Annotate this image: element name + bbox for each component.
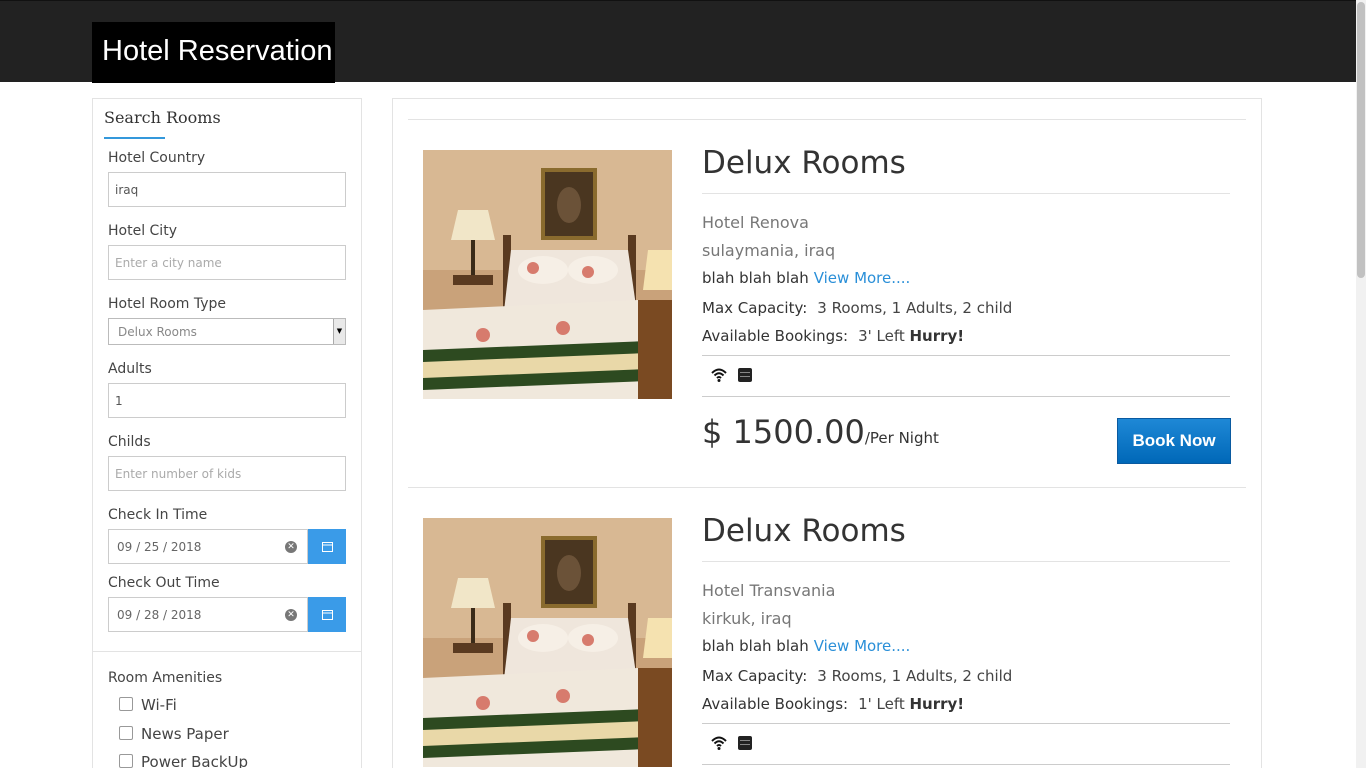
childs-input[interactable] — [108, 456, 346, 491]
room-divider — [408, 487, 1246, 488]
amenity-label-wifi: Wi-Fi — [141, 696, 177, 714]
room-title-divider — [702, 193, 1230, 194]
adults-input[interactable] — [108, 383, 346, 418]
bookings-row: Available Bookings: 1' Left Hurry! — [702, 695, 964, 713]
sidebar-divider — [93, 651, 361, 652]
wifi-icon — [711, 736, 727, 750]
city-label: Hotel City — [108, 223, 177, 239]
amenities-title: Room Amenities — [108, 670, 223, 686]
room-photo[interactable] — [423, 150, 672, 399]
amenities-bottom-divider — [702, 764, 1230, 765]
country-input[interactable] — [108, 172, 346, 207]
checkin-date-input[interactable]: 09 / 25 / 2018 ✕ — [108, 529, 308, 564]
checkin-calendar-button[interactable] — [308, 529, 346, 564]
childs-label: Childs — [108, 434, 151, 450]
results-panel: Delux Rooms Hotel Renova sulaymania, ira… — [392, 98, 1262, 768]
powerbackup-checkbox[interactable] — [119, 754, 133, 768]
description-text: blah blah blah — [702, 269, 809, 287]
bookings-label: Available Bookings: — [702, 327, 849, 345]
amenity-label-newspaper: News Paper — [141, 725, 229, 743]
book-now-button[interactable]: Book Now — [1117, 418, 1231, 464]
checkout-date-input[interactable]: 09 / 28 / 2018 ✕ — [108, 597, 308, 632]
capacity-value: 3 Rooms, 1 Adults, 2 child — [817, 299, 1013, 317]
top-navbar: Hotel Reservation — [0, 0, 1356, 83]
search-sidebar: Search Rooms Hotel Country Hotel City Ho… — [92, 98, 362, 768]
chevron-down-icon[interactable]: ▼ — [333, 319, 345, 344]
amenities-top-divider — [702, 723, 1230, 724]
checkout-calendar-button[interactable] — [308, 597, 346, 632]
city-input[interactable] — [108, 245, 346, 280]
bookings-label: Available Bookings: — [702, 695, 849, 713]
bookings-row: Available Bookings: 3' Left Hurry! — [702, 327, 964, 345]
view-more-link[interactable]: View More.... — [814, 637, 911, 655]
newspaper-icon — [738, 368, 752, 382]
amenity-label-powerbackup: Power BackUp — [141, 753, 249, 768]
capacity-row: Max Capacity: 3 Rooms, 1 Adults, 2 child — [702, 667, 1012, 685]
room-description: blah blah blah View More.... — [702, 269, 910, 287]
amenities-bottom-divider — [702, 396, 1230, 397]
checkin-value: 09 / 25 / 2018 — [117, 540, 202, 554]
hotel-name: Hotel Renova — [702, 213, 809, 232]
country-label: Hotel Country — [108, 150, 206, 166]
room-type-label: Hotel Room Type — [108, 296, 227, 312]
calendar-icon — [321, 610, 333, 620]
hurry-text: Hurry! — [909, 695, 965, 713]
bookings-value: 1' Left — [858, 695, 905, 713]
per-night-label: /Per Night — [864, 429, 939, 447]
page-scrollbar[interactable] — [1356, 0, 1366, 768]
room-title[interactable]: Delux Rooms — [702, 513, 906, 549]
room-description: blah blah blah View More.... — [702, 637, 910, 655]
wifi-icon — [711, 368, 727, 382]
room-title-divider — [702, 561, 1230, 562]
newspaper-icon — [738, 736, 752, 750]
results-top-divider — [408, 119, 1246, 120]
view-more-link[interactable]: View More.... — [814, 269, 911, 287]
clear-icon[interactable]: ✕ — [285, 609, 297, 621]
wifi-checkbox[interactable] — [119, 697, 133, 711]
room-type-select[interactable]: Delux Rooms ▼ — [108, 318, 346, 345]
title-underline — [104, 137, 165, 139]
hotel-location: kirkuk, iraq — [702, 609, 792, 628]
newspaper-checkbox[interactable] — [119, 726, 133, 740]
room-type-value: Delux Rooms — [118, 325, 197, 339]
bookings-value: 3' Left — [858, 327, 905, 345]
room-title[interactable]: Delux Rooms — [702, 145, 906, 181]
checkin-label: Check In Time — [108, 507, 208, 523]
amenities-top-divider — [702, 355, 1230, 356]
hotel-location: sulaymania, iraq — [702, 241, 836, 260]
search-title: Search Rooms — [104, 108, 221, 127]
adults-label: Adults — [108, 361, 152, 377]
description-text: blah blah blah — [702, 637, 809, 655]
hotel-name: Hotel Transvania — [702, 581, 836, 600]
capacity-row: Max Capacity: 3 Rooms, 1 Adults, 2 child — [702, 299, 1012, 317]
room-price: $ 1500.00/Per Night — [702, 413, 939, 451]
hurry-text: Hurry! — [909, 327, 965, 345]
capacity-value: 3 Rooms, 1 Adults, 2 child — [817, 667, 1013, 685]
scrollbar-thumb[interactable] — [1357, 2, 1365, 278]
clear-icon[interactable]: ✕ — [285, 541, 297, 553]
checkout-value: 09 / 28 / 2018 — [117, 608, 202, 622]
brand-logo[interactable]: Hotel Reservation — [92, 22, 335, 83]
capacity-label: Max Capacity: — [702, 299, 808, 317]
checkout-label: Check Out Time — [108, 575, 220, 591]
price-value: $ 1500.00 — [702, 413, 865, 451]
room-photo[interactable] — [423, 518, 672, 767]
calendar-icon — [321, 542, 333, 552]
capacity-label: Max Capacity: — [702, 667, 808, 685]
